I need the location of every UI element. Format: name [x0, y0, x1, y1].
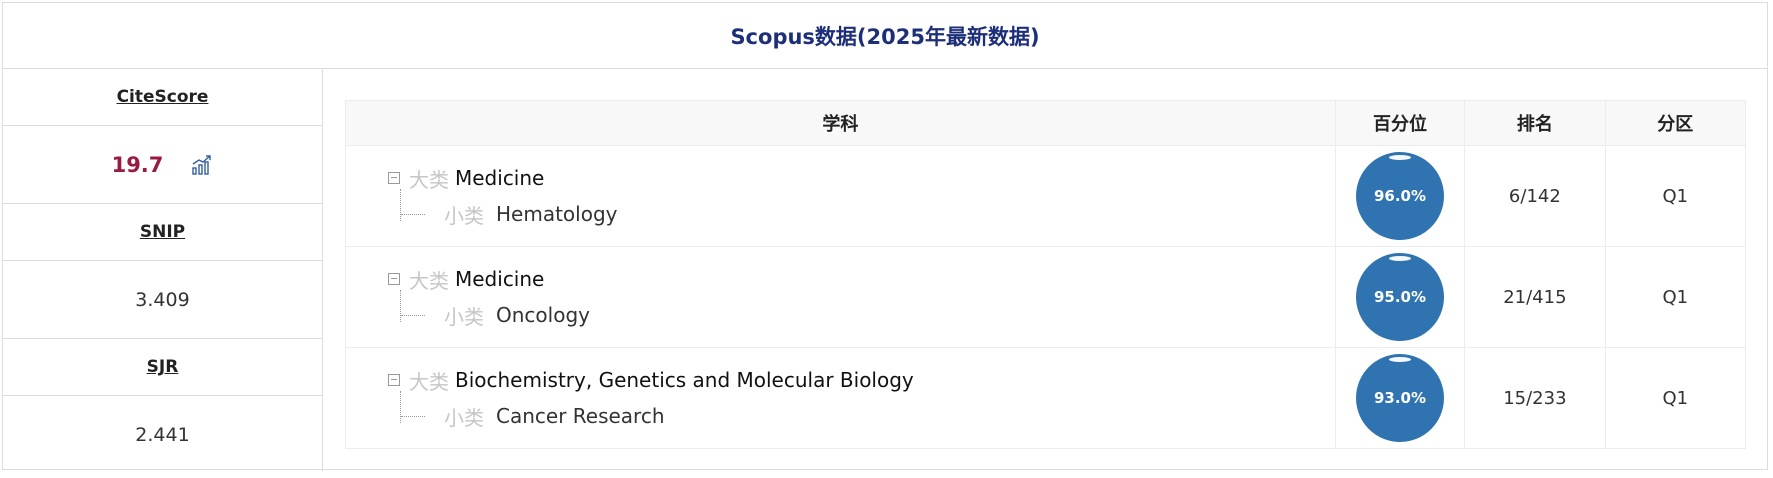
trend-chart-icon[interactable]: [191, 154, 213, 176]
table-row: 大类 Medicine 小类 Oncology 95.0% 21/415 Q1: [345, 246, 1747, 348]
tree-connector-icon: [401, 415, 425, 417]
small-category-name: Cancer Research: [496, 404, 665, 428]
small-category-tag: 小类: [444, 304, 484, 329]
subject-table-area: 学科 百分位 排名 分区 大类 Medicine 小类 Hematology 9…: [323, 69, 1767, 471]
rank-cell: 21/415: [1464, 246, 1606, 348]
quartile-cell: Q1: [1604, 347, 1747, 449]
panel-title: Scopus数据(2025年最新数据): [730, 24, 1040, 49]
big-category-tag: 大类: [409, 268, 449, 293]
citescore-value-cell: 19.7: [3, 126, 322, 204]
percentile-bubble: 95.0%: [1355, 253, 1444, 341]
percentile-cell: 96.0%: [1334, 145, 1466, 247]
tree-connector-icon: [401, 314, 425, 316]
subject-cell: 大类 Medicine 小类 Hematology: [345, 145, 1336, 247]
sjr-label[interactable]: SJR: [3, 339, 322, 396]
percentile-bubble: 93.0%: [1355, 354, 1444, 442]
table-header-row: 学科 百分位 排名 分区: [345, 100, 1747, 146]
metrics-column: CiteScore 19.7 SNIP 3.409 SJR 2.441: [3, 69, 323, 471]
sjr-value: 2.441: [135, 424, 190, 446]
tree-connector-icon: [401, 213, 425, 215]
subject-cell: 大类 Medicine 小类 Oncology: [345, 246, 1336, 348]
scopus-panel: Scopus数据(2025年最新数据) CiteScore 19.7 SNIP …: [2, 2, 1768, 471]
snip-value: 3.409: [3, 261, 322, 339]
rank-cell: 6/142: [1464, 145, 1606, 247]
rank-cell: 15/233: [1464, 347, 1606, 449]
collapse-icon[interactable]: [388, 172, 400, 184]
big-category-name: Biochemistry, Genetics and Molecular Bio…: [455, 368, 914, 392]
big-category-tag: 大类: [409, 369, 449, 394]
small-category-tag: 小类: [444, 203, 484, 228]
citescore-value: 19.7: [111, 152, 164, 177]
small-category-tag: 小类: [444, 405, 484, 430]
table-row: 大类 Biochemistry, Genetics and Molecular …: [345, 347, 1747, 449]
collapse-icon[interactable]: [388, 374, 400, 386]
quartile-cell: Q1: [1604, 145, 1747, 247]
collapse-icon[interactable]: [388, 273, 400, 285]
panel-header: Scopus数据(2025年最新数据): [3, 3, 1767, 69]
table-row: 大类 Medicine 小类 Hematology 96.0% 6/142 Q1: [345, 145, 1747, 247]
big-category-name: Medicine: [455, 166, 545, 190]
header-quartile: 分区: [1604, 100, 1747, 146]
header-subject: 学科: [345, 100, 1336, 146]
subject-table: 学科 百分位 排名 分区 大类 Medicine 小类 Hematology 9…: [345, 100, 1747, 449]
header-rank: 排名: [1464, 100, 1606, 146]
small-category-name: Hematology: [496, 202, 618, 226]
citescore-label[interactable]: CiteScore: [3, 69, 322, 126]
header-percentile: 百分位: [1334, 100, 1466, 146]
subject-cell: 大类 Biochemistry, Genetics and Molecular …: [345, 347, 1336, 449]
small-category-name: Oncology: [496, 303, 590, 327]
quartile-cell: Q1: [1604, 246, 1747, 348]
percentile-cell: 95.0%: [1334, 246, 1466, 348]
percentile-bubble: 96.0%: [1355, 152, 1444, 240]
big-category-tag: 大类: [409, 167, 449, 192]
snip-label[interactable]: SNIP: [3, 204, 322, 261]
big-category-name: Medicine: [455, 267, 545, 291]
percentile-cell: 93.0%: [1334, 347, 1466, 449]
